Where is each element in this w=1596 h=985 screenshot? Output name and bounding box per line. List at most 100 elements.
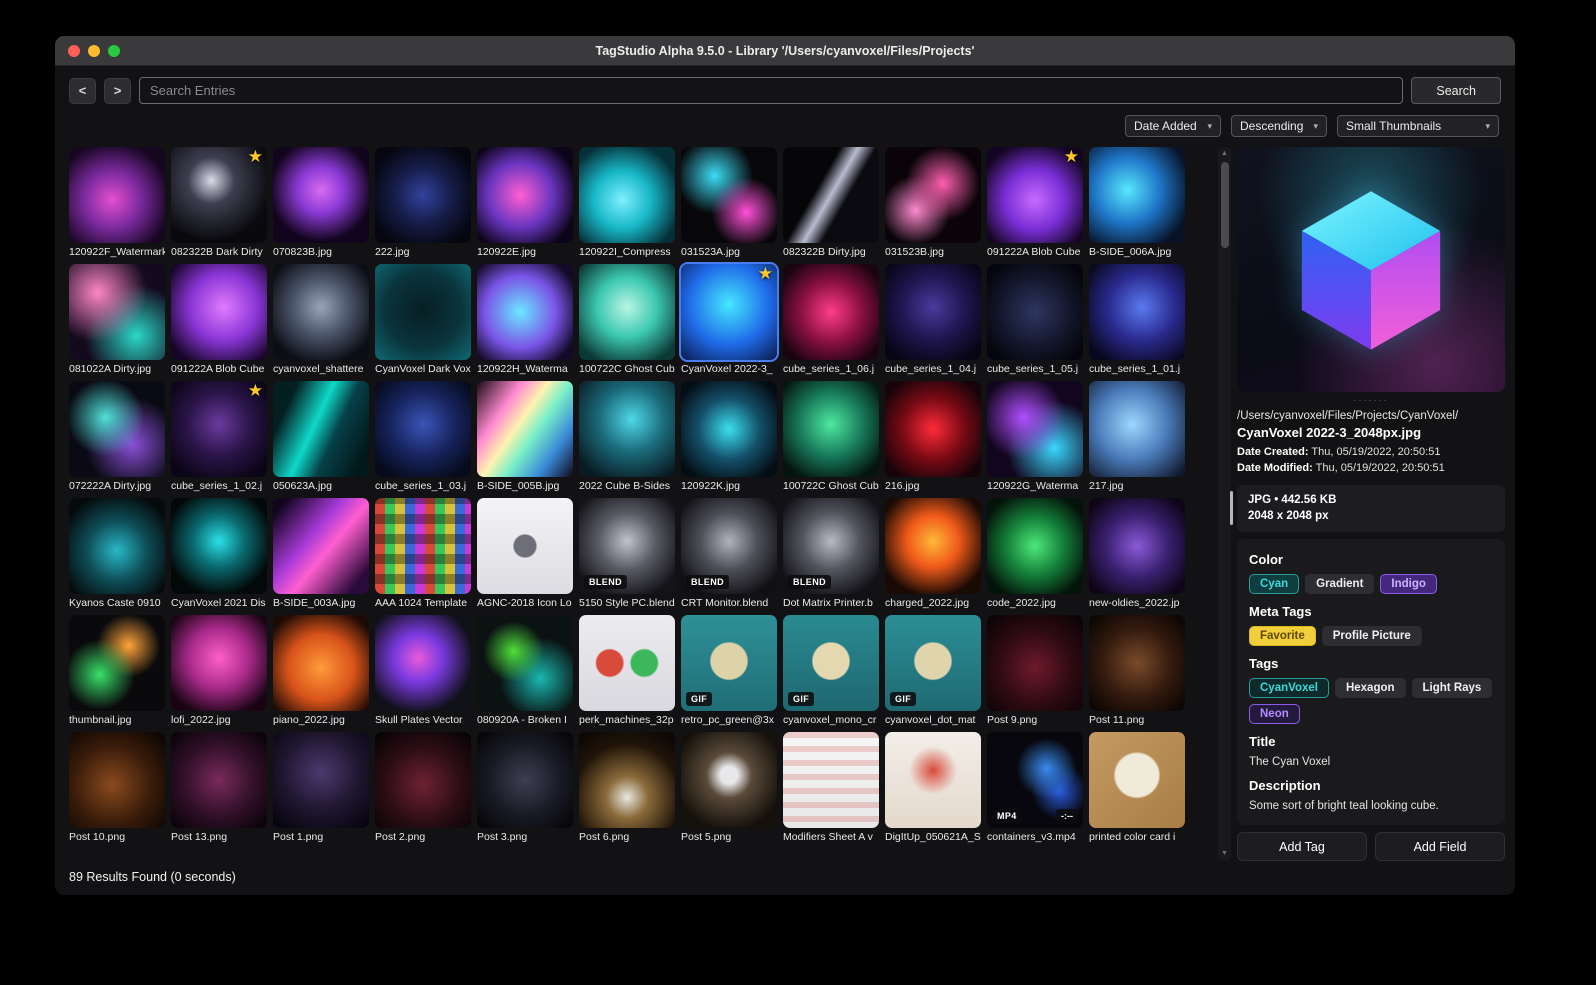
thumbnail[interactable] — [273, 264, 369, 360]
thumbnail[interactable] — [987, 264, 1083, 360]
grid-item[interactable]: 216.jpg — [885, 381, 981, 492]
thumbnail[interactable] — [579, 264, 675, 360]
thumbnail[interactable] — [477, 732, 573, 828]
panel-resize-handle[interactable]: ······· — [1237, 396, 1505, 405]
tag-pill[interactable]: Profile Picture — [1321, 626, 1422, 647]
grid-item[interactable]: 100722C Ghost Cub — [579, 264, 675, 375]
thumbnail[interactable] — [69, 615, 165, 711]
thumbnail[interactable] — [1089, 147, 1185, 243]
thumbnail[interactable] — [477, 498, 573, 594]
grid-item[interactable]: 120922E.jpg — [477, 147, 573, 258]
thumbnail[interactable]: BLEND — [681, 498, 777, 594]
grid-item[interactable]: 050623A.jpg — [273, 381, 369, 492]
thumbnail[interactable] — [885, 264, 981, 360]
thumbnail[interactable] — [69, 732, 165, 828]
thumbnail[interactable] — [1089, 264, 1185, 360]
thumbnail[interactable] — [885, 732, 981, 828]
grid-item[interactable]: Kyanos Caste 0910 — [69, 498, 165, 609]
grid-item[interactable]: ★ 091222A Blob Cube — [987, 147, 1083, 258]
grid-item[interactable]: CyanVoxel Dark Vox — [375, 264, 471, 375]
grid-item[interactable]: new-oldies_2022.jp — [1089, 498, 1185, 609]
thumbnail[interactable] — [69, 147, 165, 243]
thumbnail[interactable] — [987, 615, 1083, 711]
grid-item[interactable]: 120922I_Compress — [579, 147, 675, 258]
grid-item[interactable]: 222.jpg — [375, 147, 471, 258]
close-window-button[interactable] — [68, 45, 80, 57]
grid-item[interactable]: DigItUp_050621A_S — [885, 732, 981, 843]
grid-item[interactable]: 100722C Ghost Cub — [783, 381, 879, 492]
thumbnail[interactable] — [681, 732, 777, 828]
grid-item[interactable]: GIF cyanvoxel_mono_cr — [783, 615, 879, 726]
grid-item[interactable]: cube_series_1_03.j — [375, 381, 471, 492]
grid-item[interactable]: perk_machines_32p — [579, 615, 675, 726]
thumbnail[interactable] — [579, 381, 675, 477]
grid-item[interactable]: lofi_2022.jpg — [171, 615, 267, 726]
thumbnail[interactable] — [783, 264, 879, 360]
grid-item[interactable]: 120922F_Watermark — [69, 147, 165, 258]
thumbnail[interactable] — [171, 732, 267, 828]
thumbnail[interactable]: ★ — [987, 147, 1083, 243]
tag-pill[interactable]: Favorite — [1249, 626, 1316, 647]
grid-item[interactable]: 082322B Dirty.jpg — [783, 147, 879, 258]
grid-item[interactable]: cube_series_1_06.j — [783, 264, 879, 375]
thumbnail[interactable] — [987, 498, 1083, 594]
grid-item[interactable]: cube_series_1_05.j — [987, 264, 1083, 375]
grid-item[interactable]: CyanVoxel 2021 Dis — [171, 498, 267, 609]
grid-item[interactable]: Post 6.png — [579, 732, 675, 843]
thumbnail[interactable] — [783, 732, 879, 828]
thumbnail[interactable]: BLEND — [579, 498, 675, 594]
thumbnail[interactable] — [375, 381, 471, 477]
thumbnail[interactable] — [579, 147, 675, 243]
grid-item[interactable]: Skull Plates Vector — [375, 615, 471, 726]
grid-item[interactable]: piano_2022.jpg — [273, 615, 369, 726]
grid-item[interactable]: 217.jpg — [1089, 381, 1185, 492]
grid-item[interactable]: 081022A Dirty.jpg — [69, 264, 165, 375]
grid-item[interactable]: Post 1.png — [273, 732, 369, 843]
thumbnail[interactable] — [273, 381, 369, 477]
thumbnail[interactable] — [273, 498, 369, 594]
thumbnail[interactable] — [885, 381, 981, 477]
tag-pill[interactable]: Hexagon — [1334, 678, 1406, 699]
grid-item[interactable]: 031523B.jpg — [885, 147, 981, 258]
grid-item[interactable]: cube_series_1_04.j — [885, 264, 981, 375]
grid-item[interactable]: BLEND CRT Monitor.blend — [681, 498, 777, 609]
tag-pill[interactable]: Cyan — [1249, 574, 1300, 595]
thumbnail[interactable] — [885, 498, 981, 594]
thumbnail[interactable] — [171, 615, 267, 711]
thumbnail[interactable] — [987, 381, 1083, 477]
grid-item[interactable]: Post 13.png — [171, 732, 267, 843]
thumbnail[interactable] — [375, 732, 471, 828]
thumbnail[interactable] — [885, 147, 981, 243]
grid-item[interactable]: Post 3.png — [477, 732, 573, 843]
thumbnail[interactable] — [375, 264, 471, 360]
grid-item[interactable]: AGNC-2018 Icon Lo — [477, 498, 573, 609]
grid-item[interactable]: BLEND 5150 Style PC.blend — [579, 498, 675, 609]
grid-item[interactable]: 070823B.jpg — [273, 147, 369, 258]
grid-item[interactable]: ★ CyanVoxel 2022-3_ — [679, 262, 779, 375]
thumbnail[interactable] — [171, 498, 267, 594]
tag-pill[interactable]: Gradient — [1305, 574, 1375, 595]
search-input[interactable] — [139, 77, 1404, 104]
preview-image[interactable] — [1237, 147, 1505, 392]
grid-item[interactable]: 120922K.jpg — [681, 381, 777, 492]
thumbnail[interactable] — [171, 264, 267, 360]
minimize-window-button[interactable] — [88, 45, 100, 57]
thumbnail[interactable] — [69, 498, 165, 594]
forward-button[interactable]: > — [104, 77, 131, 104]
thumbnail-size-dropdown[interactable]: Small Thumbnails ▾ — [1337, 115, 1499, 137]
grid-item[interactable]: B-SIDE_005B.jpg — [477, 381, 573, 492]
grid-item[interactable]: ★ 082322B Dark Dirty — [171, 147, 267, 258]
thumbnail[interactable]: GIF — [885, 615, 981, 711]
grid-item[interactable]: GIF cyanvoxel_dot_mat — [885, 615, 981, 726]
grid-item[interactable]: 031523A.jpg — [681, 147, 777, 258]
thumbnail[interactable] — [477, 147, 573, 243]
grid-item[interactable]: B-SIDE_006A.jpg — [1089, 147, 1185, 258]
zoom-window-button[interactable] — [108, 45, 120, 57]
search-button[interactable]: Search — [1411, 77, 1501, 104]
tag-pill[interactable]: Indigo — [1380, 574, 1437, 595]
thumbnail[interactable]: ★ — [171, 381, 267, 477]
tag-pill[interactable]: CyanVoxel — [1249, 678, 1329, 699]
thumbnail[interactable] — [375, 147, 471, 243]
thumbnail[interactable] — [477, 264, 573, 360]
grid-item[interactable]: charged_2022.jpg — [885, 498, 981, 609]
